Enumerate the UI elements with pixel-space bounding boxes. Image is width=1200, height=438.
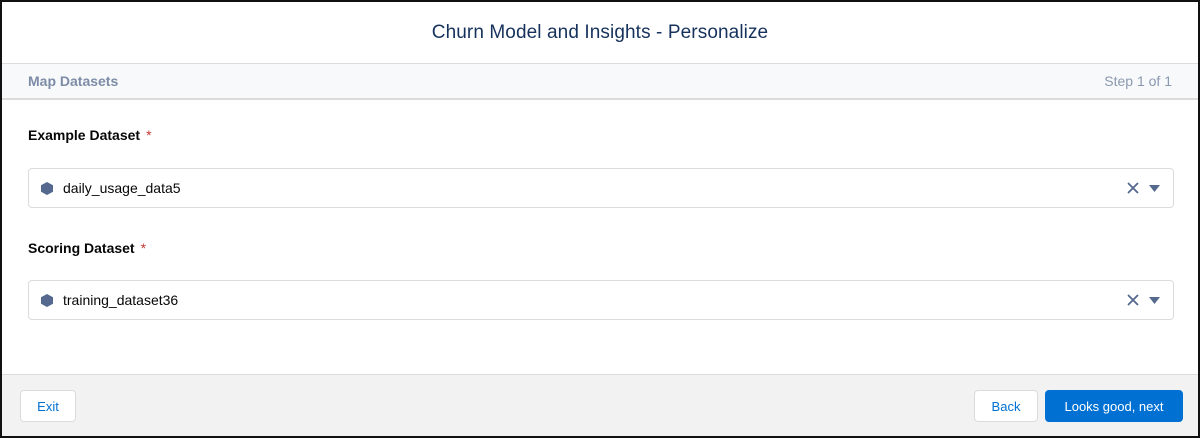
clear-icon[interactable]: [1125, 180, 1141, 196]
chevron-down-icon[interactable]: [1147, 293, 1161, 307]
example-dataset-combobox[interactable]: daily_usage_data5: [28, 168, 1174, 208]
step-bar: Map Datasets Step 1 of 1: [2, 64, 1198, 100]
modal-title: Churn Model and Insights - Personalize: [431, 21, 769, 43]
modal-footer: Exit Back Looks good, next: [2, 374, 1198, 436]
modal-window: Churn Model and Insights - Personalize M…: [0, 0, 1200, 438]
scoring-dataset-value: training_dataset36: [63, 292, 179, 308]
section-title: Map Datasets: [28, 73, 119, 89]
scoring-dataset-combobox[interactable]: training_dataset36: [28, 280, 1174, 320]
clear-icon[interactable]: [1125, 292, 1141, 308]
example-dataset-label-text: Example Dataset: [28, 127, 141, 143]
step-indicator: Step 1 of 1: [1104, 73, 1172, 89]
scoring-dataset-label-text: Scoring Dataset: [28, 240, 135, 256]
dataset-hexagon-icon: [41, 181, 53, 195]
exit-button[interactable]: Exit: [20, 390, 76, 422]
example-dataset-label: Example Dataset *: [28, 127, 152, 143]
required-marker: *: [140, 240, 147, 256]
back-button[interactable]: Back: [974, 390, 1038, 422]
required-marker: *: [146, 127, 152, 143]
modal-header: Churn Model and Insights - Personalize: [2, 2, 1198, 64]
scoring-dataset-label: Scoring Dataset *: [28, 240, 146, 256]
chevron-down-icon[interactable]: [1147, 181, 1161, 195]
dataset-hexagon-icon: [41, 293, 53, 307]
example-dataset-value: daily_usage_data5: [63, 180, 181, 196]
looks-good-next-button[interactable]: Looks good, next: [1045, 390, 1183, 422]
